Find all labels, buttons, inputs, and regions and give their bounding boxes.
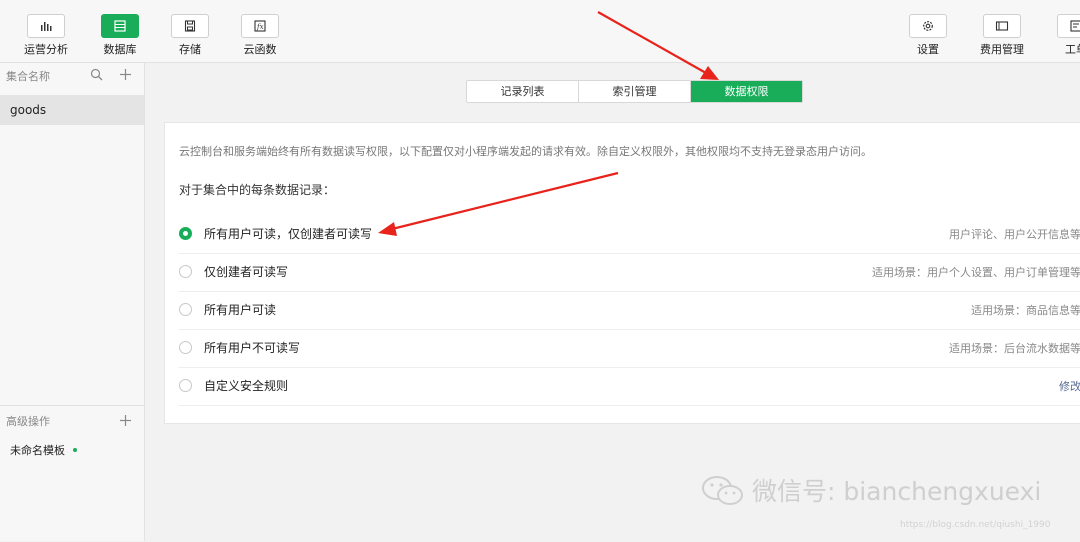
toolbar-billing-label: 费用管理	[980, 43, 1024, 56]
modify-rule-link[interactable]: 修改	[1059, 378, 1080, 394]
collections-header: 集合名称	[0, 63, 144, 89]
permission-option-hint: 适用场景：后台流水数据等	[949, 342, 1080, 355]
toolbar-database-label: 数据库	[103, 43, 137, 56]
bar-chart-icon	[27, 14, 65, 38]
toolbar-analytics-label: 运营分析	[24, 43, 68, 56]
collections-header-label: 集合名称	[6, 70, 50, 83]
function-icon: fx	[241, 14, 279, 38]
permission-option[interactable]: 仅创建者可读写 适用场景：用户个人设置、用户订单管理等	[179, 253, 1080, 292]
database-icon	[101, 14, 139, 38]
radio-checked-icon[interactable]	[179, 227, 192, 240]
advanced-header-label: 高级操作	[6, 415, 50, 428]
radio-icon[interactable]	[179, 265, 192, 278]
save-icon	[171, 14, 209, 38]
template-item-label: 未命名模板	[10, 444, 65, 457]
permission-option-hint: 适用场景：商品信息等	[971, 304, 1080, 317]
toolbar-storage-button[interactable]: 存储	[162, 14, 218, 57]
radio-icon[interactable]	[179, 303, 192, 316]
watermark-text: 微信号: bianchengxuexi	[752, 477, 1042, 506]
toolbar-settings-button[interactable]: 设置	[900, 14, 956, 57]
tab-data-permission[interactable]: 数据权限	[691, 81, 802, 102]
svg-text:fx: fx	[256, 23, 264, 31]
tab-record-list[interactable]: 记录列表	[467, 81, 579, 102]
advanced-operations: 高级操作 未命名模板	[0, 405, 144, 542]
wechat-logo-icon	[700, 473, 746, 513]
permission-option[interactable]: 所有用户可读，仅创建者可读写 用户评论、用户公开信息等	[179, 215, 1080, 254]
collection-item-goods[interactable]: goods	[0, 95, 144, 125]
permission-option[interactable]: 所有用户可读 适用场景：商品信息等	[179, 291, 1080, 330]
watermark-url: https://blog.csdn.net/qiushi_1990	[900, 520, 1051, 530]
add-collection-icon[interactable]	[119, 68, 132, 84]
permission-option-label: 仅创建者可读写	[204, 265, 289, 279]
permission-subtitle: 对于集合中的每条数据记录：	[179, 183, 336, 197]
permission-option-hint: 用户评论、用户公开信息等	[949, 228, 1080, 241]
permission-option[interactable]: 自定义安全规则 修改	[179, 367, 1080, 406]
toolbar-cloud-function-label: 云函数	[243, 43, 277, 56]
permission-option-label: 自定义安全规则	[204, 379, 289, 393]
radio-icon[interactable]	[179, 341, 192, 354]
toolbar-database-button[interactable]: 数据库	[92, 14, 148, 57]
toolbar-storage-label: 存储	[179, 43, 201, 56]
toolbar-settings-label: 设置	[917, 43, 939, 56]
collections-sidebar: 集合名称 goods 高级操作 未命名模板	[0, 63, 145, 541]
toolbar-billing-button[interactable]: 费用管理	[974, 14, 1030, 57]
search-icon[interactable]	[90, 68, 103, 84]
permission-option-label: 所有用户可读	[204, 303, 277, 317]
toolbar-cloud-function-button[interactable]: fx 云函数	[232, 14, 288, 57]
advanced-header: 高级操作	[0, 406, 144, 436]
toolbar-ticket-label: 工单	[1065, 43, 1080, 56]
status-dot-icon	[73, 448, 77, 452]
permission-option-hint: 适用场景：用户个人设置、用户订单管理等	[872, 266, 1080, 279]
permission-description: 云控制台和服务端始终有所有数据读写权限，以下配置仅对小程序端发起的请求有效。除自…	[179, 145, 872, 158]
toolbar-ticket-button[interactable]: 工单	[1048, 14, 1080, 57]
top-toolbar: 运营分析 数据库 存储 fx 云函数 设置 费用管理 工单	[0, 0, 1080, 63]
toolbar-analytics-button[interactable]: 运营分析	[18, 14, 74, 57]
radio-icon[interactable]	[179, 379, 192, 392]
template-item[interactable]: 未命名模板	[0, 442, 144, 458]
gear-icon	[909, 14, 947, 38]
ticket-icon	[1057, 14, 1080, 38]
permission-panel: 云控制台和服务端始终有所有数据读写权限，以下配置仅对小程序端发起的请求有效。除自…	[164, 122, 1080, 424]
database-tabs: 记录列表 索引管理 数据权限	[466, 80, 803, 103]
add-template-icon[interactable]	[119, 414, 132, 430]
tab-index-management[interactable]: 索引管理	[579, 81, 691, 102]
wallet-icon	[983, 14, 1021, 38]
permission-option-label: 所有用户可读，仅创建者可读写	[204, 227, 373, 241]
permission-option[interactable]: 所有用户不可读写 适用场景：后台流水数据等	[179, 329, 1080, 368]
permission-option-label: 所有用户不可读写	[204, 341, 301, 355]
